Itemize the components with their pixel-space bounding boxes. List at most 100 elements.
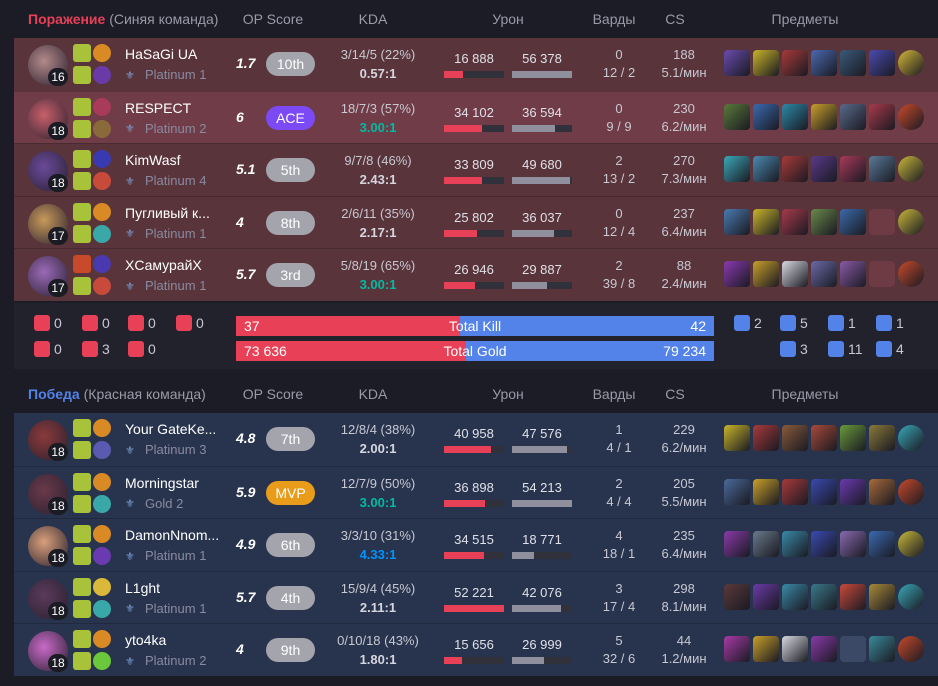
item-icon[interactable]	[782, 583, 808, 610]
trinket-icon[interactable]	[898, 208, 924, 235]
item-icon[interactable]	[811, 50, 837, 76]
summoner-name[interactable]: yto4ka	[125, 632, 233, 648]
item-icon[interactable]	[869, 531, 895, 557]
player-row[interactable]: 18 DamonNnom... ⚜ Platinum 1 4.9 6th 3/3/10 (3…	[14, 518, 938, 571]
item-icon[interactable]	[753, 425, 779, 451]
secondary-rune-icon[interactable]	[93, 599, 111, 618]
summoner-name[interactable]: RESPECT	[125, 100, 233, 116]
item-icon[interactable]	[753, 478, 779, 505]
keystone-rune-icon[interactable]	[93, 419, 111, 437]
summoner-spell-1-icon[interactable]	[73, 472, 91, 491]
item-icon[interactable]	[753, 103, 779, 130]
item-icon[interactable]	[811, 636, 837, 662]
item-icon[interactable]	[724, 478, 750, 505]
summoner-spell-2-icon[interactable]	[73, 652, 91, 670]
summoner-spell-2-icon[interactable]	[73, 66, 91, 84]
player-row[interactable]: 17 Пугливый к... ⚜ Platinum 1 4 8th 2/6/11 (35…	[14, 195, 938, 248]
col-damage[interactable]: Урон	[438, 11, 578, 27]
item-icon[interactable]	[811, 208, 837, 235]
trinket-icon[interactable]	[898, 103, 924, 130]
item-icon[interactable]	[869, 103, 895, 130]
item-icon[interactable]	[811, 261, 837, 287]
item-icon[interactable]	[869, 583, 895, 610]
keystone-rune-icon[interactable]	[93, 255, 111, 273]
item-icon[interactable]	[811, 156, 837, 182]
trinket-icon[interactable]	[898, 478, 924, 505]
keystone-rune-icon[interactable]	[93, 472, 111, 491]
item-icon[interactable]	[811, 425, 837, 451]
secondary-rune-icon[interactable]	[93, 277, 111, 295]
secondary-rune-icon[interactable]	[93, 119, 111, 138]
trinket-icon[interactable]	[898, 50, 924, 76]
item-icon[interactable]	[782, 636, 808, 662]
summoner-name[interactable]: XСамурайX	[125, 257, 233, 273]
player-row[interactable]: 18 L1ght ⚜ Platinum 1 5.7 4th 15/9/4 (45%) 2.11…	[14, 570, 938, 623]
item-icon[interactable]	[869, 425, 895, 451]
item-icon[interactable]	[840, 531, 866, 557]
col-kda[interactable]: KDA	[308, 11, 438, 27]
summoner-name[interactable]: Пугливый к...	[125, 205, 233, 221]
player-row[interactable]: 18 RESPECT ⚜ Platinum 2 6 ACE 18/7/3 (57%) 3.00…	[14, 90, 938, 143]
secondary-rune-icon[interactable]	[93, 224, 111, 243]
col-op-score[interactable]: OP Score	[238, 386, 308, 402]
summoner-spell-2-icon[interactable]	[73, 172, 91, 190]
secondary-rune-icon[interactable]	[93, 172, 111, 190]
summoner-name[interactable]: DamonNnom...	[125, 527, 233, 543]
col-wards[interactable]: Варды	[578, 11, 650, 27]
trinket-icon[interactable]	[898, 425, 924, 451]
keystone-rune-icon[interactable]	[93, 202, 111, 221]
keystone-rune-icon[interactable]	[93, 525, 111, 543]
keystone-rune-icon[interactable]	[93, 150, 111, 168]
summoner-spell-1-icon[interactable]	[73, 255, 91, 273]
item-icon[interactable]	[753, 50, 779, 76]
keystone-rune-icon[interactable]	[93, 630, 111, 648]
item-icon[interactable]	[724, 636, 750, 662]
summoner-spell-2-icon[interactable]	[73, 494, 91, 513]
item-icon[interactable]	[869, 208, 895, 235]
item-icon[interactable]	[724, 103, 750, 130]
player-row[interactable]: 18 KimWasf ⚜ Platinum 4 5.1 5th 9/7/8 (46%) 2.4…	[14, 143, 938, 196]
item-icon[interactable]	[869, 50, 895, 76]
secondary-rune-icon[interactable]	[93, 441, 111, 459]
summoner-spell-2-icon[interactable]	[73, 599, 91, 618]
item-icon[interactable]	[724, 425, 750, 451]
item-icon[interactable]	[782, 261, 808, 287]
item-icon[interactable]	[782, 425, 808, 451]
summoner-spell-1-icon[interactable]	[73, 577, 91, 596]
player-row[interactable]: 18 Morningstar ⚜ Gold 2 5.9 MVP 12/7/9 (50%) 3.…	[14, 465, 938, 518]
summoner-spell-1-icon[interactable]	[73, 630, 91, 648]
item-icon[interactable]	[840, 425, 866, 451]
summoner-name[interactable]: KimWasf	[125, 152, 233, 168]
item-icon[interactable]	[753, 531, 779, 557]
summoner-spell-2-icon[interactable]	[73, 547, 91, 565]
summoner-name[interactable]: Morningstar	[125, 475, 233, 491]
item-icon[interactable]	[753, 208, 779, 235]
summoner-spell-1-icon[interactable]	[73, 525, 91, 543]
item-icon[interactable]	[782, 531, 808, 557]
col-wards[interactable]: Варды	[578, 386, 650, 402]
summoner-name[interactable]: L1ght	[125, 580, 233, 596]
item-icon[interactable]	[753, 261, 779, 287]
item-icon[interactable]	[753, 583, 779, 610]
summoner-spell-2-icon[interactable]	[73, 224, 91, 243]
player-row[interactable]: 18 Your GateKe... ⚜ Platinum 3 4.8 7th 12/8/4 …	[14, 413, 938, 466]
item-icon[interactable]	[724, 208, 750, 235]
col-kda[interactable]: KDA	[308, 386, 438, 402]
col-cs[interactable]: CS	[650, 386, 700, 402]
secondary-rune-icon[interactable]	[93, 652, 111, 670]
item-icon[interactable]	[724, 156, 750, 182]
item-icon[interactable]	[840, 103, 866, 130]
item-icon[interactable]	[782, 103, 808, 130]
item-icon[interactable]	[869, 478, 895, 505]
secondary-rune-icon[interactable]	[93, 547, 111, 565]
summoner-spell-2-icon[interactable]	[73, 277, 91, 295]
col-damage[interactable]: Урон	[438, 386, 578, 402]
trinket-icon[interactable]	[898, 583, 924, 610]
summoner-spell-2-icon[interactable]	[73, 441, 91, 459]
item-icon[interactable]	[782, 208, 808, 235]
item-icon[interactable]	[840, 478, 866, 505]
col-cs[interactable]: CS	[650, 11, 700, 27]
trinket-icon[interactable]	[898, 261, 924, 287]
summoner-spell-2-icon[interactable]	[73, 119, 91, 138]
item-icon[interactable]	[724, 261, 750, 287]
